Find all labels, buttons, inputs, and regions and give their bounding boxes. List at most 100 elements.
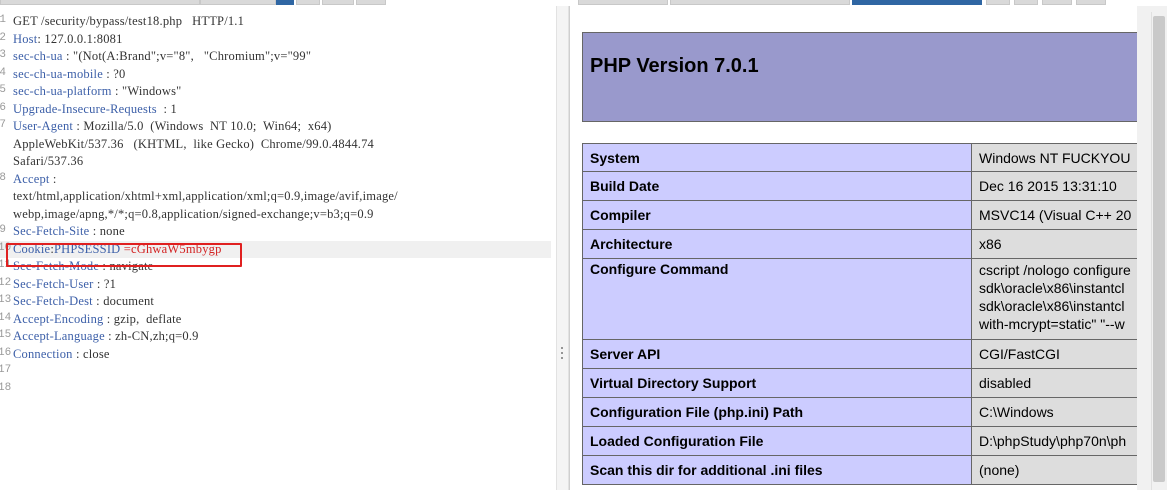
tab[interactable] xyxy=(1076,0,1106,5)
header-name: Sec-Fetch-Dest xyxy=(13,294,93,308)
tab[interactable] xyxy=(356,0,386,5)
request-line[interactable]: 16 Connection : close xyxy=(0,346,551,364)
vertical-scrollbar[interactable] xyxy=(1137,6,1167,490)
grip-dot xyxy=(561,347,563,349)
line-number: 3 xyxy=(0,49,6,61)
phpinfo-row: Server API CGI/FastCGI xyxy=(582,339,1142,369)
request-line[interactable]: 17 xyxy=(0,363,551,381)
phpinfo-value: Dec 16 2015 13:31:10 xyxy=(971,171,1142,201)
request-line[interactable]: 18 xyxy=(0,381,551,399)
request-line-text: Accept : xyxy=(13,172,57,187)
request-line[interactable]: webp,image/apng,*/*;q=0.8,application/si… xyxy=(0,206,551,224)
tab[interactable] xyxy=(578,0,668,5)
request-line[interactable]: 6 Upgrade-Insecure-Requests : 1 xyxy=(0,101,551,119)
header-value: AppleWebKit/537.36 (KHTML, like Gecko) C… xyxy=(13,136,374,151)
phpinfo-value: disabled xyxy=(971,368,1142,398)
header-value: none xyxy=(99,224,125,238)
tab-active[interactable] xyxy=(276,0,294,5)
header-separator: : xyxy=(73,119,84,133)
request-line[interactable]: 14 Accept-Encoding : gzip, deflate xyxy=(0,311,551,329)
header-value: close xyxy=(82,346,110,361)
scrollbar-thumb[interactable] xyxy=(1153,16,1165,482)
pane-splitter[interactable] xyxy=(556,6,569,490)
tab[interactable] xyxy=(0,0,200,5)
header-name: GET xyxy=(13,14,38,28)
cookie-highlight-box xyxy=(6,243,242,267)
phpinfo-value: CGI/FastCGI xyxy=(971,339,1142,369)
line-number: 13 xyxy=(0,294,12,306)
phpinfo-label: System xyxy=(582,143,972,172)
request-line[interactable]: 1 GET /security/bypass/test18.php HTTP/1.… xyxy=(0,13,551,31)
request-line-text: webp,image/apng,*/*;q=0.8,application/si… xyxy=(13,207,374,222)
phpinfo-value-line: cscript /nologo configure xyxy=(979,262,1131,278)
request-line-text: sec-ch-ua-platform : "Windows" xyxy=(13,84,181,99)
request-line[interactable]: 2 Host: 127.0.0.1:8081 xyxy=(0,31,551,49)
phpinfo-row: System Windows NT FUCKYOU xyxy=(582,143,1142,172)
request-line-text: Sec-Fetch-Dest : document xyxy=(13,294,154,309)
request-line[interactable]: 13 Sec-Fetch-Dest : document xyxy=(0,293,551,311)
line-number: 17 xyxy=(0,364,12,376)
tab[interactable] xyxy=(200,0,276,5)
header-value: gzip, deflate xyxy=(113,311,182,326)
request-line-text: sec-ch-ua-mobile : ?0 xyxy=(13,67,126,82)
request-line-text: Sec-Fetch-Site : none xyxy=(13,224,125,239)
request-line-text: sec-ch-ua : "(Not(A:Brand";v="8", "Chrom… xyxy=(13,49,311,64)
request-line[interactable]: 7 User-Agent : Mozilla/5.0 (Windows NT 10… xyxy=(0,118,551,136)
request-line[interactable]: 12 Sec-Fetch-User : ?1 xyxy=(0,276,551,294)
tab[interactable] xyxy=(1014,0,1038,5)
request-line[interactable]: text/html,application/xhtml+xml,applicat… xyxy=(0,188,551,206)
header-separator: : xyxy=(89,224,100,238)
tab[interactable] xyxy=(670,0,850,5)
tab[interactable] xyxy=(986,0,1010,5)
phpinfo-label: Configuration File (php.ini) Path xyxy=(582,397,972,427)
phpinfo-value-line: sdk\oracle\x86\instantcl xyxy=(979,280,1125,296)
phpinfo-value: MSVC14 (Visual C++ 20 xyxy=(971,200,1142,230)
line-number: 7 xyxy=(0,119,6,131)
tab-active[interactable] xyxy=(852,0,982,5)
tab[interactable] xyxy=(296,0,320,5)
request-line[interactable]: 9 Sec-Fetch-Site : none xyxy=(0,223,551,241)
header-value: "Windows" xyxy=(122,84,182,98)
request-line[interactable]: 8 Accept : xyxy=(0,171,551,189)
phpinfo-value: cscript /nologo configure sdk\oracle\x86\… xyxy=(971,258,1142,340)
php-version-title: PHP Version 7.0.1 xyxy=(590,55,759,77)
request-line[interactable]: 4 sec-ch-ua-mobile : ?0 xyxy=(0,66,551,84)
request-line-text: Upgrade-Insecure-Requests : 1 xyxy=(13,102,177,117)
header-value: Safari/537.36 xyxy=(13,154,84,168)
request-line[interactable]: 3 sec-ch-ua : "(Not(A:Brand";v="8", "Chro… xyxy=(0,48,551,66)
header-value: zh-CN,zh;q=0.9 xyxy=(115,329,199,343)
phpinfo-row: Architecture x86 xyxy=(582,229,1142,259)
header-separator: : xyxy=(62,49,74,63)
line-number: 4 xyxy=(0,66,6,79)
request-line[interactable]: 15 Accept-Language : zh-CN,zh;q=0.9 xyxy=(0,328,551,346)
phpinfo-label: Scan this dir for additional .ini files xyxy=(582,455,972,485)
header-name: sec-ch-ua xyxy=(13,49,63,63)
header-name: Sec-Fetch-Site xyxy=(13,224,90,238)
header-name: Connection xyxy=(13,346,73,361)
phpinfo-label: Configure Command xyxy=(582,258,972,340)
phpinfo-row: Configure Command cscript /nologo configu… xyxy=(582,258,1142,340)
phpinfo-table: System Windows NT FUCKYOU Build Date Dec 16… xyxy=(582,143,1142,485)
request-line-text: Connection : close xyxy=(13,347,110,362)
tab[interactable] xyxy=(322,0,354,5)
line-number: 12 xyxy=(0,276,12,289)
phpinfo-row: Virtual Directory Support disabled xyxy=(582,368,1142,398)
header-name: Accept-Encoding xyxy=(13,311,104,326)
request-line-text: Accept-Language : zh-CN,zh;q=0.9 xyxy=(13,329,199,344)
phpinfo-row: Compiler MSVC14 (Visual C++ 20 xyxy=(582,200,1142,230)
grip-dot xyxy=(561,357,563,359)
request-line[interactable]: AppleWebKit/537.36 (KHTML, like Gecko) C… xyxy=(0,136,551,154)
line-number: 6 xyxy=(0,101,6,114)
request-editor[interactable]: 1 GET /security/bypass/test18.php HTTP/1.… xyxy=(0,6,556,490)
header-separator: : xyxy=(49,171,57,186)
tab[interactable] xyxy=(1042,0,1072,5)
phpinfo-label: Architecture xyxy=(582,229,972,259)
request-line[interactable]: Safari/537.36 xyxy=(0,153,551,171)
header-separator: : xyxy=(111,84,123,98)
header-name: Upgrade-Insecure-Requests xyxy=(13,101,157,116)
request-line[interactable]: 5 sec-ch-ua-platform : "Windows" xyxy=(0,83,551,101)
header-value: 127.0.0.1:8081 xyxy=(44,31,123,46)
phpinfo-label: Loaded Configuration File xyxy=(582,426,972,456)
request-line-text: User-Agent : Mozilla/5.0 (Windows NT 10.… xyxy=(13,119,332,134)
line-number: 2 xyxy=(0,31,6,44)
